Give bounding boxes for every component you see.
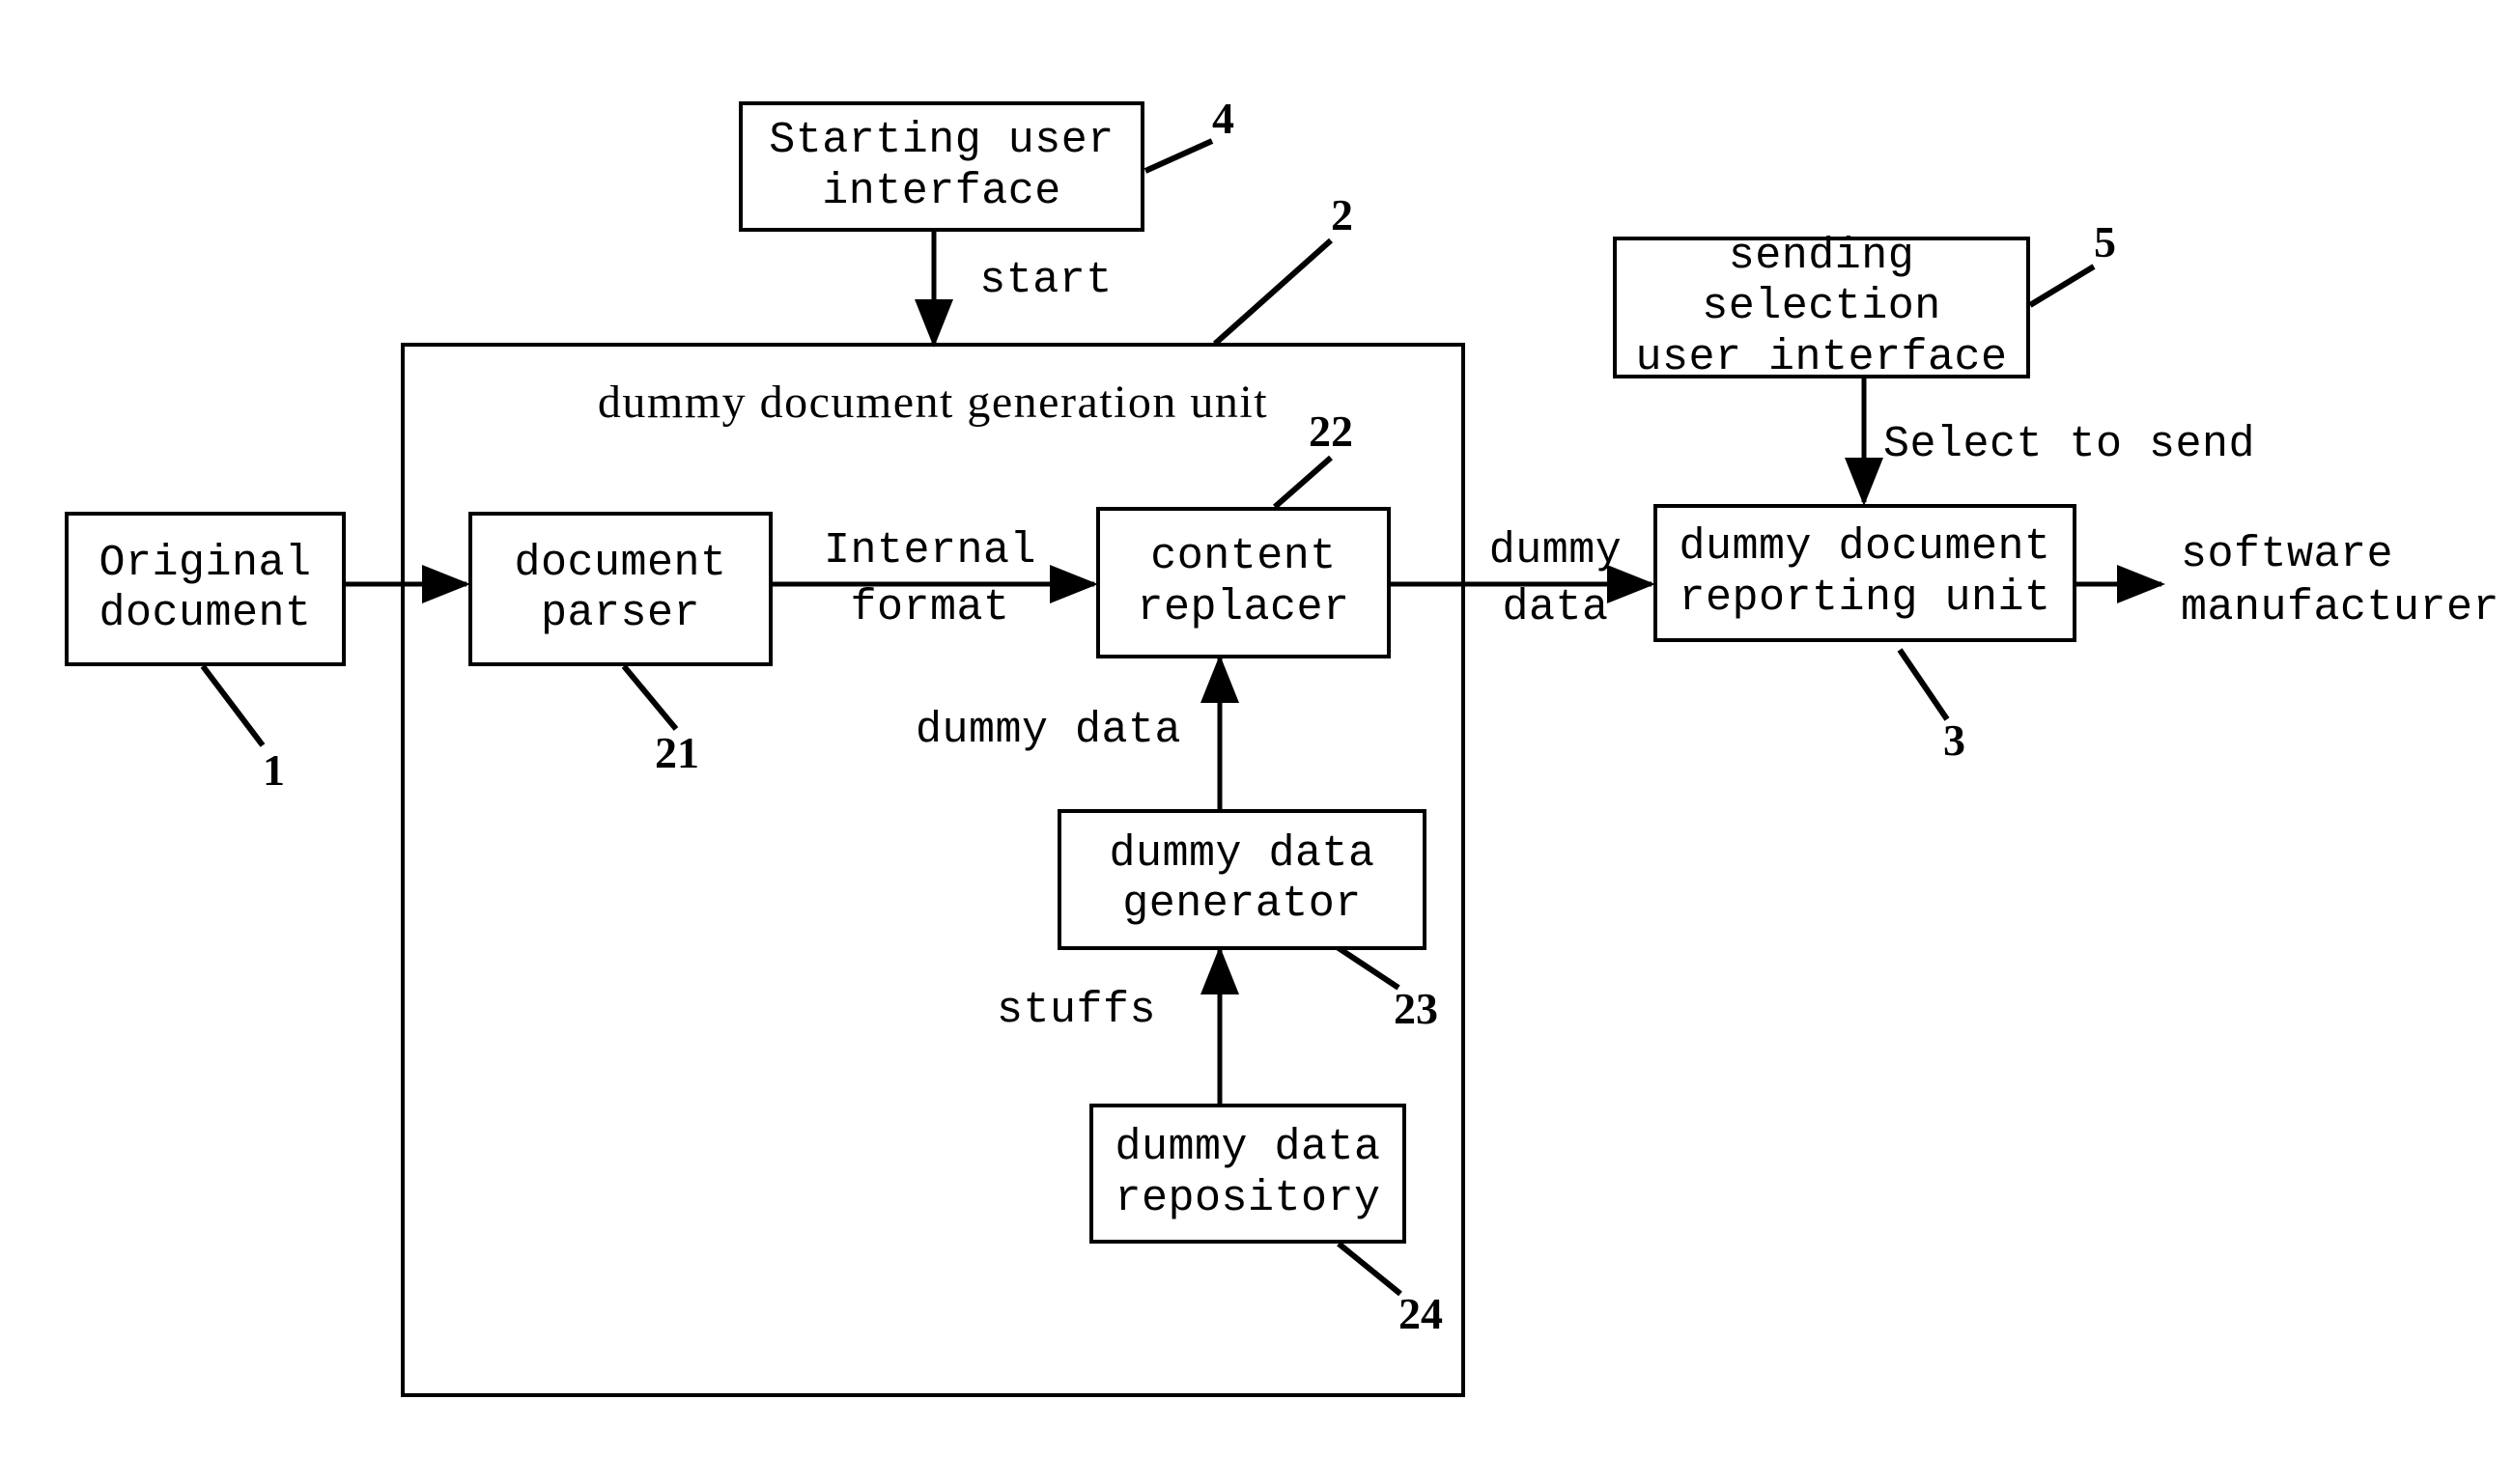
starting-user-interface-box[interactable]: Starting user interface — [739, 101, 1144, 232]
dummy-document-reporting-unit-box[interactable]: dummy document reporting unit — [1653, 504, 2076, 642]
edge-label-dummy-data-to-replacer: dummy data — [916, 706, 1182, 755]
leader-line-5 — [2028, 264, 2096, 308]
reference-numeral-3: 3 — [1943, 715, 1965, 765]
reference-numeral-22: 22 — [1309, 406, 1353, 456]
edge-label-dummy-data-out: dummy data — [1488, 526, 1623, 632]
software-manufacturer-label: software manufacturer — [2181, 530, 2500, 632]
sending-selection-user-interface-box[interactable]: sending selection user interface — [1613, 232, 2030, 382]
document-parser-box[interactable]: document parser — [468, 512, 773, 666]
dummy-document-generation-unit-title: dummy document generation unit — [597, 377, 1269, 428]
reference-numeral-24: 24 — [1398, 1289, 1443, 1338]
reference-numeral-5: 5 — [2094, 217, 2116, 266]
original-document-box[interactable]: Original document — [65, 512, 346, 666]
leader-line-1 — [200, 664, 266, 747]
edge-label-select-to-send: Select to send — [1883, 420, 2256, 469]
edge-label-start: start — [979, 256, 1113, 305]
leader-line-3 — [1897, 648, 1950, 721]
reference-numeral-21: 21 — [655, 728, 699, 777]
reference-numeral-4: 4 — [1212, 94, 1234, 143]
dummy-data-repository-box[interactable]: dummy data repository — [1089, 1104, 1406, 1244]
reference-numeral-2: 2 — [1331, 190, 1353, 239]
edge-label-stuffs: stuffs — [997, 986, 1157, 1035]
reference-numeral-1: 1 — [263, 745, 285, 795]
reference-numeral-23: 23 — [1394, 984, 1438, 1033]
leader-line-4 — [1144, 138, 1214, 174]
leader-line-2 — [1213, 238, 1333, 347]
dummy-data-generator-box[interactable]: dummy data generator — [1058, 809, 1426, 950]
figure-canvas: dummy document generation unit Original … — [0, 0, 2513, 1484]
content-replacer-box[interactable]: content replacer — [1096, 507, 1391, 658]
edge-label-internal-format: Internal format — [823, 526, 1037, 632]
